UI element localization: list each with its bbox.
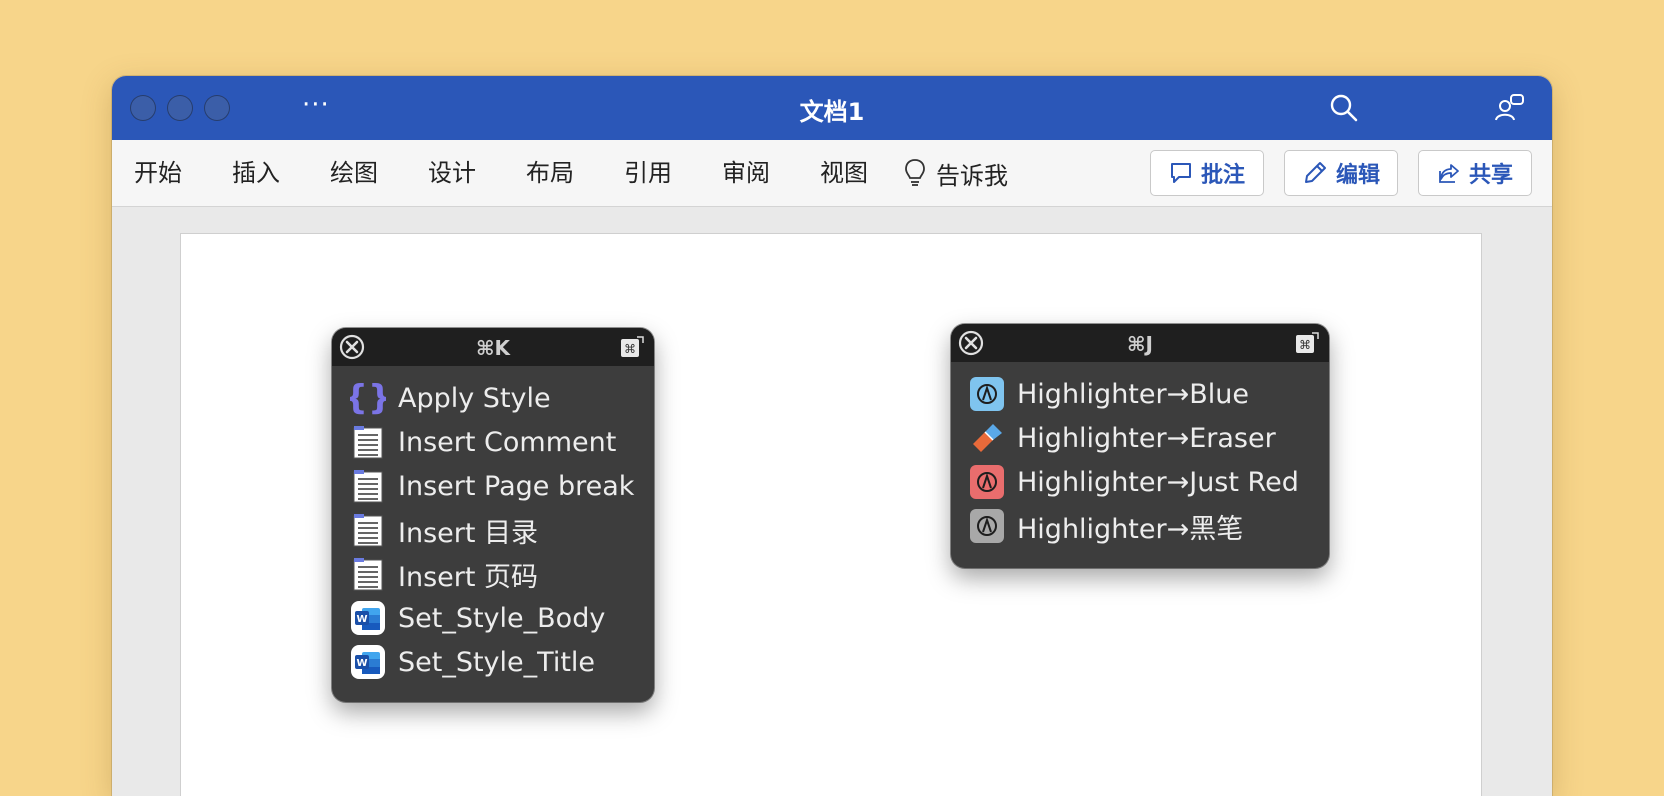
comments-label: 批注 — [1200, 163, 1245, 188]
pin-icon[interactable]: ⌘ — [1295, 331, 1319, 355]
title-bar: ··· 文档1 — [112, 76, 1552, 140]
lightbulb-icon — [905, 159, 925, 186]
palette-item-insert-page-break[interactable]: Insert Page break — [332, 464, 654, 508]
tab-view[interactable]: 视图 — [820, 158, 868, 188]
palette-item-highlighter-blue[interactable]: Highlighter→Blue — [951, 372, 1329, 416]
pencil-icon — [1304, 162, 1326, 183]
palette-title: ⌘K — [475, 336, 511, 360]
palette-item-highlighter-eraser[interactable]: Highlighter→Eraser — [951, 416, 1329, 460]
pin-icon[interactable]: ⌘ — [620, 335, 644, 359]
palette-header: ⌘J ⌘ — [951, 324, 1329, 362]
braces-icon: {} — [350, 380, 386, 416]
tab-insert[interactable]: 插入 — [232, 158, 280, 188]
edit-button[interactable]: 编辑 — [1284, 150, 1398, 196]
palette-title: ⌘J — [1127, 332, 1153, 356]
eraser-icon — [969, 420, 1005, 456]
share-label: 共享 — [1468, 163, 1513, 188]
command-palette-k: ⌘K ⌘ {} Apply Style Insert Comment Inser… — [332, 328, 654, 702]
palette-item-insert-page-number[interactable]: Insert 页码 — [332, 552, 654, 596]
document-list-icon — [350, 512, 386, 548]
tab-draw[interactable]: 绘图 — [330, 158, 378, 188]
share-people-icon[interactable] — [1494, 92, 1526, 124]
palette-item-insert-comment[interactable]: Insert Comment — [332, 420, 654, 464]
palette-item-set-style-body[interactable]: W Set_Style_Body — [332, 596, 654, 640]
search-icon[interactable] — [1328, 92, 1360, 124]
highlighter-blue-icon — [969, 376, 1005, 412]
tell-me-label: 告诉我 — [936, 161, 1008, 190]
highlighter-red-icon — [969, 464, 1005, 500]
highlighter-black-icon — [969, 508, 1005, 544]
ribbon: 开始 插入 绘图 设计 布局 引用 审阅 视图 告诉我 批注 编辑 共享 — [112, 140, 1552, 207]
word-app-icon: W — [350, 600, 386, 636]
comments-button[interactable]: 批注 — [1150, 150, 1264, 196]
tab-home[interactable]: 开始 — [134, 158, 182, 188]
word-app-icon: W — [350, 644, 386, 680]
svg-text:{}: {} — [350, 380, 386, 416]
svg-text:W: W — [356, 614, 367, 625]
palette-item-insert-toc[interactable]: Insert 目录 — [332, 508, 654, 552]
svg-text:⌘: ⌘ — [1299, 338, 1311, 352]
tell-me-button[interactable]: 告诉我 — [904, 158, 1008, 190]
document-list-icon — [350, 424, 386, 460]
svg-text:W: W — [356, 658, 367, 669]
comment-icon — [1170, 163, 1191, 183]
tab-layout[interactable]: 布局 — [526, 158, 574, 188]
palette-item-apply-style[interactable]: {} Apply Style — [332, 376, 654, 420]
document-list-icon — [350, 556, 386, 592]
command-palette-j: ⌘J ⌘ Highlighter→Blue Highlighter→Eraser… — [951, 324, 1329, 568]
share-icon — [1439, 164, 1459, 183]
palette-header: ⌘K ⌘ — [332, 328, 654, 366]
share-button[interactable]: 共享 — [1418, 150, 1532, 196]
palette-item-highlighter-just-red[interactable]: Highlighter→Just Red — [951, 460, 1329, 504]
tab-design[interactable]: 设计 — [428, 158, 476, 188]
tab-references[interactable]: 引用 — [624, 158, 672, 188]
tab-review[interactable]: 审阅 — [722, 158, 770, 188]
edit-label: 编辑 — [1335, 163, 1380, 188]
svg-text:⌘: ⌘ — [624, 342, 636, 356]
palette-item-set-style-title[interactable]: W Set_Style_Title — [332, 640, 654, 684]
word-window: ··· 文档1 开始 插入 绘图 设计 布局 引用 审阅 视图 告诉我 批注 编… — [112, 76, 1552, 796]
document-list-icon — [350, 468, 386, 504]
palette-item-highlighter-black-pen[interactable]: Highlighter→黑笔 — [951, 504, 1329, 548]
